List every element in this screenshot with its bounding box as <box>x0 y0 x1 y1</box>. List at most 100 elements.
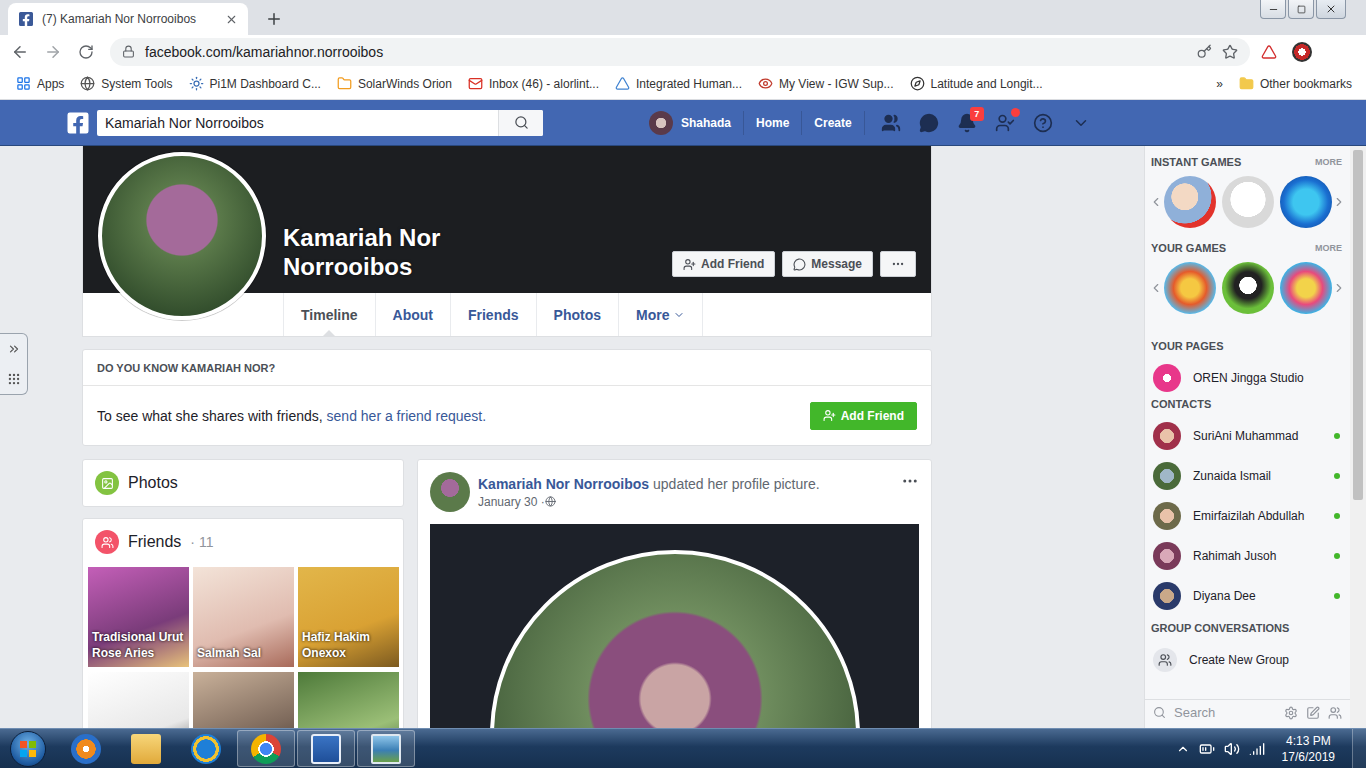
game-icon[interactable] <box>1222 176 1274 228</box>
friend-tile[interactable] <box>88 672 189 728</box>
post-options[interactable] <box>901 472 919 490</box>
show-desktop-button[interactable] <box>1352 729 1366 768</box>
profile-button[interactable] <box>1288 38 1316 66</box>
profile-tab[interactable]: Friends <box>450 293 536 336</box>
address-bar[interactable]: facebook.com/kamariahnor.norrooibos <box>110 38 1250 66</box>
post-image[interactable] <box>430 524 919 728</box>
game-icon[interactable] <box>1280 262 1332 314</box>
contact-item[interactable]: SuriAni Muhammad <box>1145 416 1350 456</box>
add-friend-button[interactable]: Add Friend <box>810 402 917 430</box>
bookmark[interactable]: Integrated Human... <box>607 76 750 91</box>
scroll-thumb[interactable] <box>1353 150 1363 500</box>
post-author[interactable]: Kamariah Nor Norrooibos <box>478 476 649 492</box>
friend-tile[interactable] <box>193 672 294 728</box>
notifications[interactable]: 7 <box>955 111 979 135</box>
taskbar-app[interactable] <box>177 730 235 767</box>
close-button[interactable] <box>1316 0 1346 19</box>
bookmark[interactable]: System Tools <box>72 76 180 91</box>
bookmark-star-icon[interactable] <box>1222 44 1238 60</box>
game-icon[interactable] <box>1280 176 1332 228</box>
new-group-icon[interactable] <box>1328 706 1342 720</box>
bookmark[interactable]: Inbox (46) - alorlint... <box>460 76 607 91</box>
profile-tab[interactable]: Photos <box>536 293 618 336</box>
bookmark[interactable]: My View - IGW Sup... <box>750 76 901 91</box>
contact-item[interactable]: Rahimah Jusoh <box>1145 536 1350 576</box>
friend-requests[interactable] <box>879 111 903 135</box>
reload-button[interactable] <box>72 38 100 66</box>
game-icon[interactable] <box>1164 176 1216 228</box>
chevron-left-icon[interactable] <box>1149 195 1163 209</box>
new-tab-button[interactable] <box>260 5 288 33</box>
close-icon[interactable] <box>225 13 238 26</box>
profile-picture[interactable] <box>98 152 266 320</box>
friend-tile[interactable]: Hafiz Hakim Onexox <box>298 567 399 667</box>
friend-tile[interactable] <box>298 672 399 728</box>
maximize-button[interactable] <box>1288 0 1314 19</box>
more-link[interactable]: MORE <box>1315 243 1342 253</box>
chevron-left-icon[interactable] <box>1149 281 1163 295</box>
taskbar-app[interactable] <box>117 730 175 767</box>
start-button[interactable] <box>0 729 56 768</box>
chrome-icon <box>251 734 281 764</box>
settings-icon[interactable] <box>1284 706 1298 720</box>
profile-tab[interactable]: More <box>618 293 703 336</box>
chat-search[interactable]: Search <box>1145 699 1350 725</box>
volume-icon[interactable] <box>1224 741 1240 757</box>
header-link[interactable]: Create <box>802 111 864 135</box>
taskbar-app[interactable] <box>297 730 355 767</box>
contact-item[interactable]: Emirfaizilah Abdullah <box>1145 496 1350 536</box>
bookmark[interactable]: Pi1M Dashboard C... <box>181 76 329 91</box>
search-button[interactable] <box>498 110 543 136</box>
bookmark[interactable]: Latitude and Longit... <box>902 76 1051 91</box>
bookmark[interactable]: Apps <box>8 76 72 91</box>
profile-tab[interactable]: Timeline <box>283 293 375 336</box>
chevron-right-icon[interactable] <box>1332 281 1346 295</box>
screen: (7) Kamariah Nor Norrooibos facebook.com/… <box>0 0 1366 768</box>
page-item[interactable]: OREN Jingga Studio <box>1145 358 1350 398</box>
bookmark[interactable]: SolarWinds Orion <box>329 76 460 91</box>
contact-item[interactable]: Zunaida Ismail <box>1145 456 1350 496</box>
message-button[interactable]: Message <box>782 251 873 277</box>
more-link[interactable]: MORE <box>1315 157 1342 167</box>
key-icon[interactable] <box>1197 44 1212 59</box>
header-link[interactable]: Home <box>744 111 802 135</box>
clock[interactable]: 4:13 PM17/6/2019 <box>1274 733 1343 765</box>
messages[interactable] <box>917 111 941 135</box>
game-icon[interactable] <box>1222 262 1274 314</box>
pdf-extension[interactable] <box>1255 38 1283 66</box>
add-friend-button[interactable]: Add Friend <box>672 251 775 277</box>
create-group[interactable]: Create New Group <box>1145 640 1350 680</box>
friend-tile[interactable]: Salmah Sal <box>193 567 294 667</box>
scrollbar[interactable] <box>1350 146 1366 728</box>
profile-tab[interactable]: About <box>375 293 450 336</box>
taskbar-app[interactable] <box>57 730 115 767</box>
help[interactable] <box>1031 111 1055 135</box>
user-link[interactable]: Shahada <box>637 111 744 135</box>
other-bookmarks[interactable]: Other bookmarks <box>1231 76 1360 91</box>
sidebar-toggle[interactable] <box>0 333 28 395</box>
photos-card[interactable]: Photos <box>82 459 404 507</box>
facebook-search[interactable]: Kamariah Nor Norrooibos <box>97 110 543 136</box>
show-hidden-icon[interactable] <box>1176 742 1190 756</box>
friend-request-link[interactable]: send her a friend request. <box>327 408 487 424</box>
facebook-logo-icon[interactable] <box>66 111 90 135</box>
photo-viewer-icon <box>371 734 401 764</box>
chevron-right-icon[interactable] <box>1332 195 1346 209</box>
game-icon[interactable] <box>1164 262 1216 314</box>
minimize-button[interactable] <box>1260 0 1286 19</box>
browser-tab[interactable]: (7) Kamariah Nor Norrooibos <box>8 3 248 35</box>
contact-item[interactable]: Diyana Dee <box>1145 576 1350 616</box>
more-button[interactable] <box>880 251 916 277</box>
friend-tile[interactable]: Tradisional Urut Rose Aries <box>88 567 189 667</box>
bookmarks-overflow[interactable]: » <box>1208 77 1231 91</box>
back-button[interactable] <box>6 38 34 66</box>
forward-button[interactable] <box>39 38 67 66</box>
taskbar-app[interactable] <box>357 730 415 767</box>
friends-title[interactable]: Friends <box>128 533 181 551</box>
battery-icon[interactable] <box>1199 741 1215 757</box>
account-menu[interactable] <box>1069 111 1093 135</box>
compose-icon[interactable] <box>1306 706 1320 720</box>
quick-help[interactable] <box>993 111 1017 135</box>
network-icon[interactable] <box>1249 741 1265 757</box>
taskbar-app[interactable] <box>237 730 295 767</box>
